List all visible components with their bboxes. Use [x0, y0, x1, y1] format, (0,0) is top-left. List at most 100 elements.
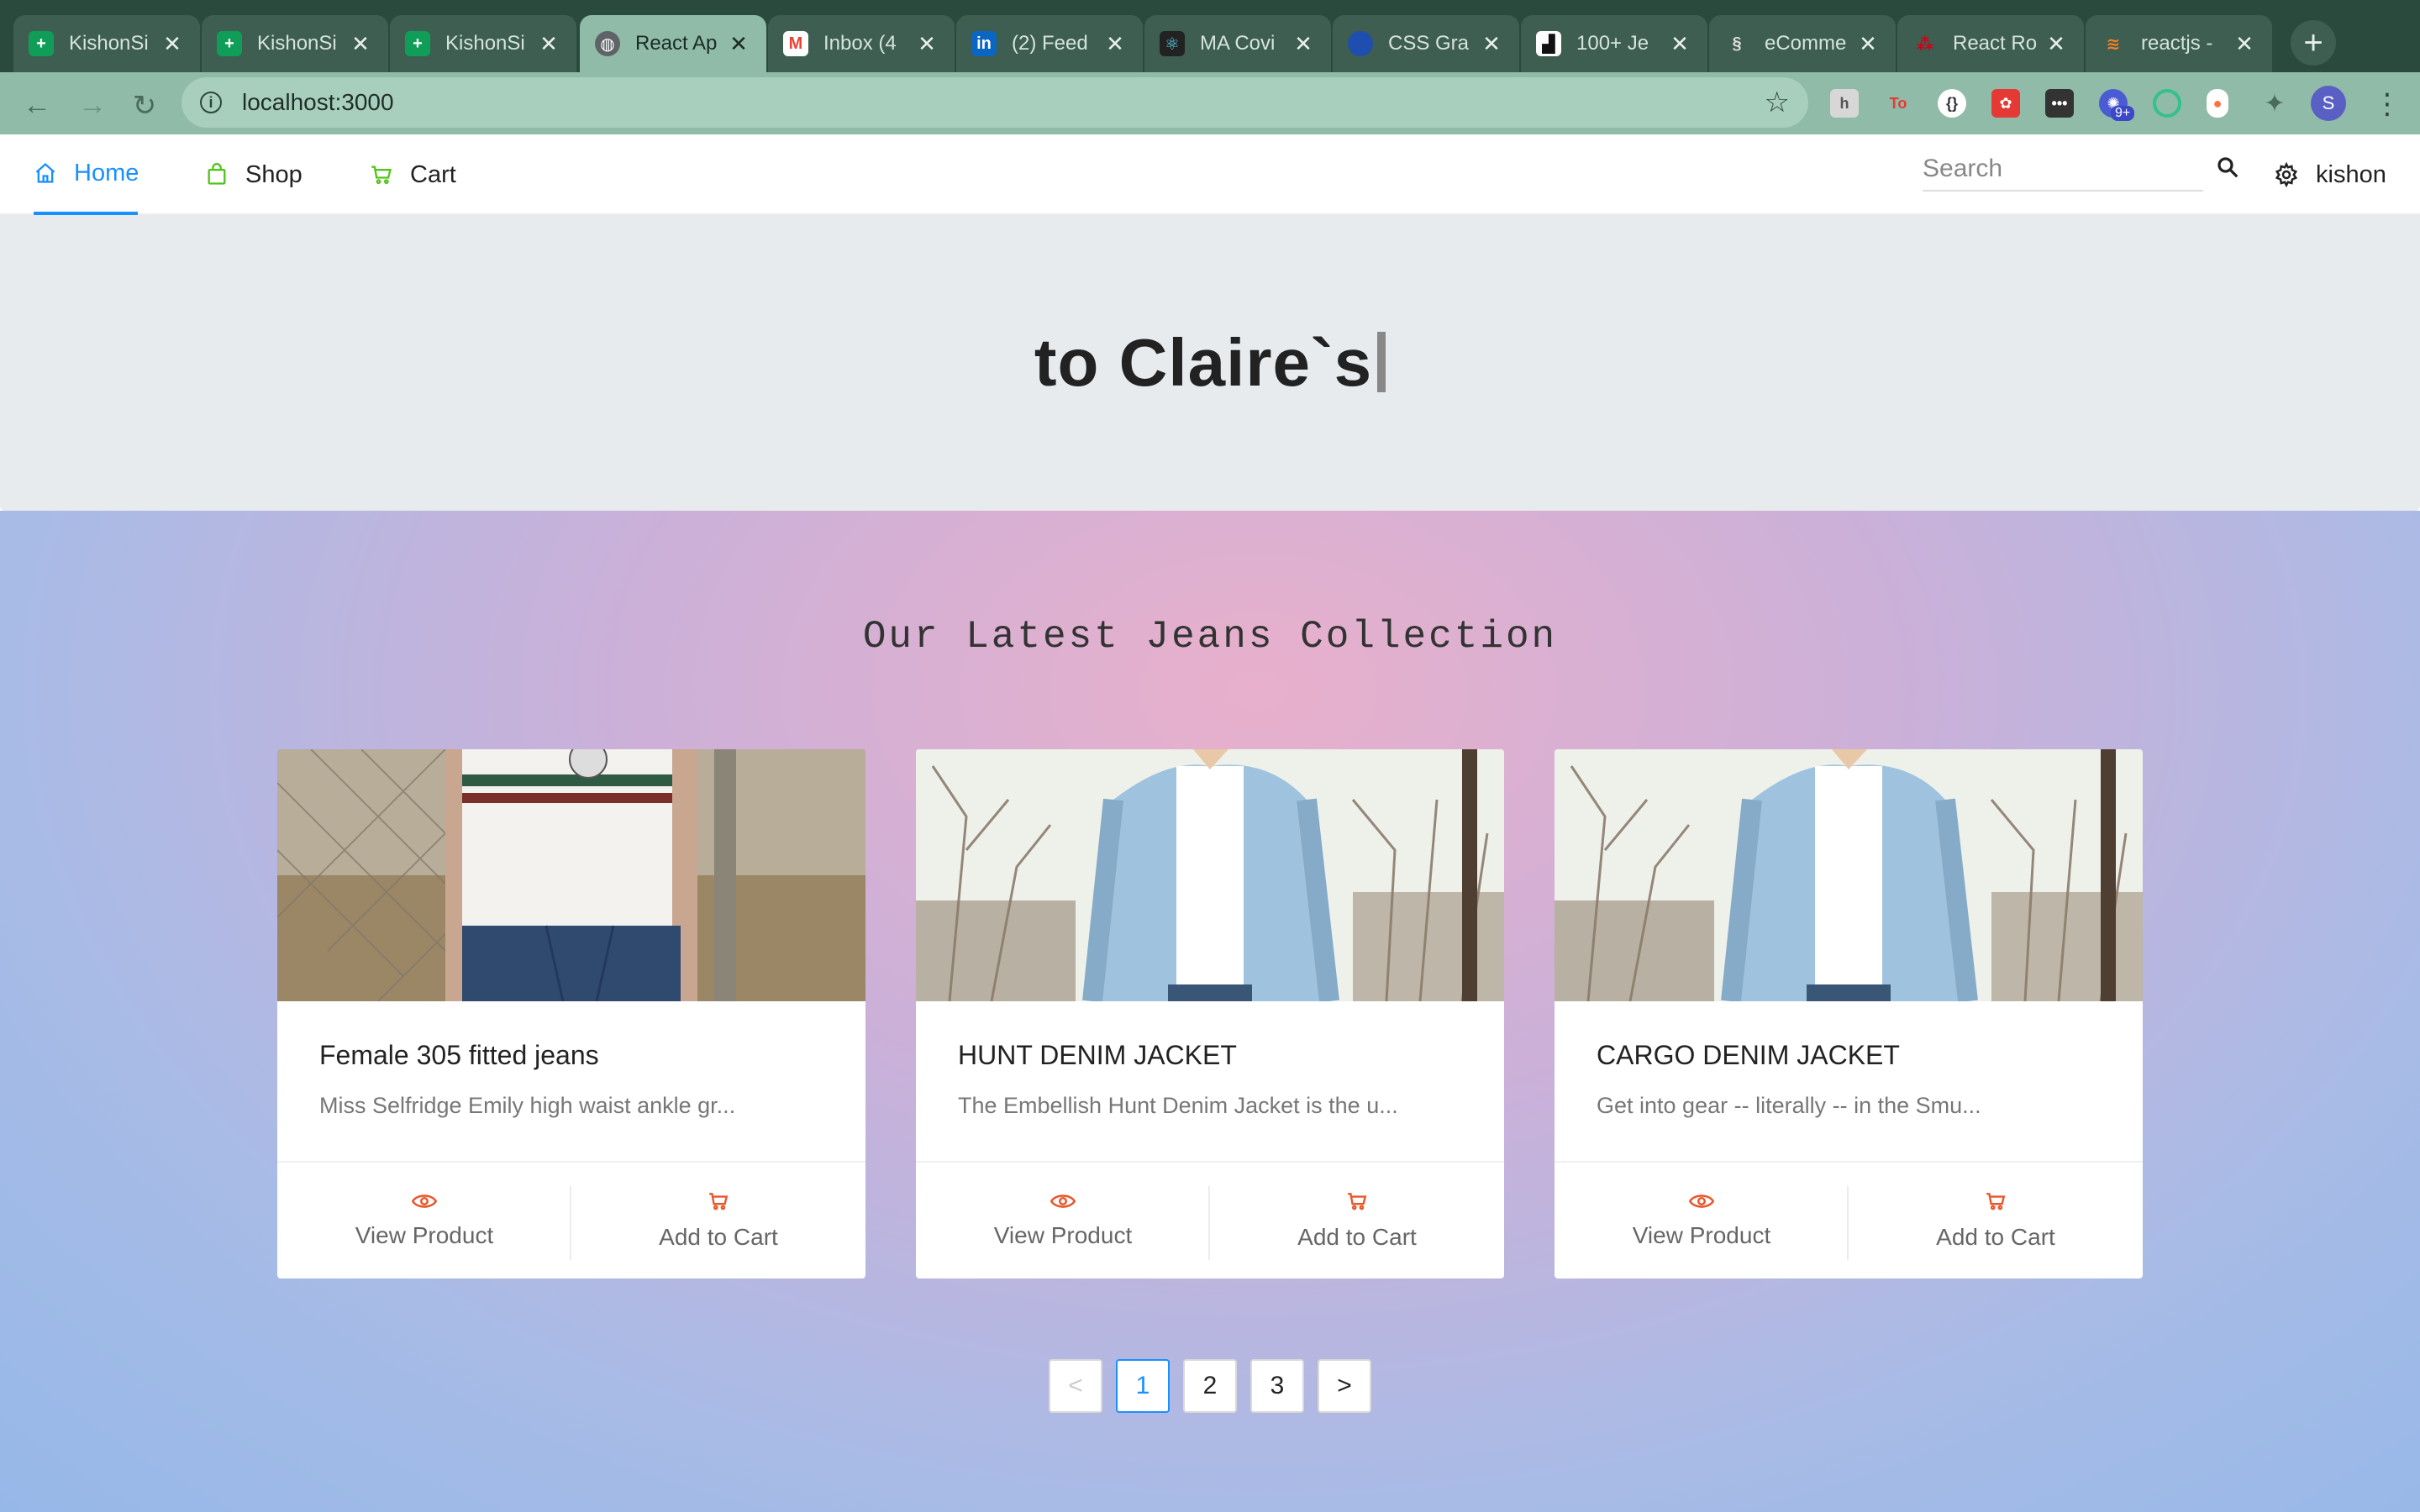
view-product-button[interactable]: View Product — [1555, 1163, 1849, 1278]
tab-title: React Ap — [635, 32, 718, 55]
squarespace-icon: § — [1732, 34, 1742, 53]
nav-shop-label: Shop — [245, 160, 302, 188]
typing-caret — [1377, 332, 1386, 392]
user-menu[interactable]: kishon — [2274, 134, 2386, 215]
react-icon: ⚛ — [1160, 31, 1185, 56]
new-tab-button[interactable]: + — [2291, 20, 2336, 66]
close-icon[interactable]: ✕ — [1291, 31, 1316, 57]
add-to-cart-button[interactable]: Add to Cart — [571, 1163, 865, 1278]
more-menu-icon[interactable]: ⋮ — [2373, 87, 2402, 121]
search-icon[interactable] — [2215, 155, 2240, 184]
extension-icon[interactable]: {} — [1938, 89, 1966, 118]
browser-tab[interactable]: ⁂ React Ro ✕ — [1897, 15, 2084, 72]
tab-title: KishonSi — [257, 32, 337, 55]
product-description: Miss Selfridge Emily high waist ankle gr… — [319, 1093, 736, 1118]
browser-tab[interactable]: + KishonSi ✕ — [202, 15, 388, 72]
extension-icon[interactable] — [2153, 89, 2181, 118]
forward-icon[interactable]: → — [76, 89, 109, 122]
browser-tab[interactable]: ≋ reactjs - ✕ — [2086, 15, 2272, 72]
extension-icon[interactable]: ••• — [2045, 89, 2074, 118]
product-card: Female 305 fitted jeans Miss Selfridge E… — [277, 749, 865, 1278]
extension-icon[interactable]: ✿ — [1991, 89, 2020, 118]
view-product-label: View Product — [1632, 1222, 1771, 1248]
pagination: < 1 2 3 > — [1049, 1359, 1385, 1413]
nav-home[interactable]: Home — [34, 134, 139, 215]
browser-tab[interactable]: CSS Gra ✕ — [1333, 15, 1519, 72]
product-image[interactable] — [277, 749, 865, 1001]
extension-icon[interactable]: ● — [2207, 89, 2228, 118]
close-icon[interactable]: ✕ — [348, 31, 373, 57]
prev-page-button[interactable]: < — [1049, 1359, 1102, 1413]
extension-badge: 9+ — [2111, 106, 2135, 121]
eye-icon — [1689, 1192, 1714, 1210]
add-to-cart-button[interactable]: Add to Cart — [1849, 1163, 2143, 1278]
url-text[interactable]: localhost:3000 — [242, 89, 1765, 116]
puzzle-icon[interactable]: ✦ — [2260, 89, 2289, 118]
browser-tab[interactable]: in (2) Feed ✕ — [956, 15, 1143, 72]
extension-icon[interactable]: To — [1884, 89, 1912, 118]
product-image[interactable] — [916, 749, 1504, 1001]
browser-tab[interactable]: M Inbox (4 ✕ — [768, 15, 955, 72]
extension-icon[interactable]: h — [1830, 89, 1859, 118]
product-description: The Embellish Hunt Denim Jacket is the u… — [958, 1093, 1398, 1118]
close-icon[interactable]: ✕ — [1667, 31, 1692, 57]
globe-icon: ◍ — [595, 31, 620, 56]
reload-icon[interactable]: ↻ — [128, 89, 161, 123]
product-title[interactable]: CARGO DENIM JACKET — [1597, 1040, 2101, 1071]
gmail-icon: M — [783, 31, 808, 56]
react-router-icon: ⁂ — [1916, 34, 1934, 54]
stackoverflow-icon: ≋ — [2106, 34, 2121, 54]
tab-title: reactjs - — [2141, 32, 2213, 55]
browser-tab[interactable]: § eComme ✕ — [1709, 15, 1896, 72]
product-image[interactable] — [1555, 749, 2143, 1001]
product-card: CARGO DENIM JACKET Get into gear -- lite… — [1555, 749, 2143, 1278]
address-bar[interactable]: i localhost:3000 ☆ — [182, 77, 1808, 128]
close-icon[interactable]: ✕ — [914, 31, 939, 57]
profile-avatar[interactable]: S — [2311, 86, 2346, 121]
close-icon[interactable]: ✕ — [726, 31, 751, 57]
back-icon[interactable]: ← — [20, 89, 54, 122]
browser-tab[interactable]: + KishonSi ✕ — [13, 15, 200, 72]
linkedin-icon: in — [971, 31, 997, 56]
browser-tabstrip: + KishonSi ✕ + KishonSi ✕ + KishonSi ✕ ◍… — [0, 0, 2420, 72]
tab-title: (2) Feed — [1012, 32, 1088, 55]
close-icon[interactable]: ✕ — [1102, 31, 1128, 57]
page-button[interactable]: 3 — [1250, 1359, 1304, 1413]
collection-section: Our Latest Jeans Collection Female 305 f… — [0, 511, 2420, 1512]
cart-icon — [707, 1190, 730, 1212]
close-icon[interactable]: ✕ — [1479, 31, 1504, 57]
bookmark-star-icon[interactable]: ☆ — [1765, 86, 1790, 119]
nav-shop[interactable]: Shop — [205, 134, 302, 215]
page-button[interactable]: 2 — [1183, 1359, 1237, 1413]
site-info-icon[interactable]: i — [200, 92, 222, 113]
close-icon[interactable]: ✕ — [160, 31, 185, 57]
tab-title: React Ro — [1953, 32, 2038, 55]
close-icon[interactable]: ✕ — [536, 31, 561, 57]
eye-icon — [412, 1192, 437, 1210]
browser-tab-active[interactable]: ◍ React Ap ✕ — [580, 15, 766, 72]
search-input[interactable] — [1923, 148, 2203, 192]
view-product-label: View Product — [355, 1222, 494, 1248]
browser-tab[interactable]: ▟ 100+ Je ✕ — [1521, 15, 1707, 72]
tab-title: eComme — [1765, 32, 1847, 55]
close-icon[interactable]: ✕ — [1855, 31, 1881, 57]
close-icon[interactable]: ✕ — [2232, 31, 2257, 57]
product-title[interactable]: HUNT DENIM JACKET — [958, 1040, 1462, 1071]
app-navbar: Home Shop Cart kishon — [0, 134, 2420, 215]
browser-tab[interactable]: ⚛ MA Covi ✕ — [1144, 15, 1331, 72]
add-to-cart-button[interactable]: Add to Cart — [1210, 1163, 1504, 1278]
product-description: Get into gear -- literally -- in the Smu… — [1597, 1093, 1981, 1118]
google-sheets-icon: + — [29, 31, 54, 56]
view-product-button[interactable]: View Product — [916, 1163, 1210, 1278]
cart-icon — [370, 163, 393, 186]
product-title[interactable]: Female 305 fitted jeans — [319, 1040, 823, 1071]
cart-icon — [1345, 1190, 1369, 1212]
next-page-button[interactable]: > — [1318, 1359, 1371, 1413]
home-icon — [34, 161, 57, 185]
close-icon[interactable]: ✕ — [2044, 31, 2069, 57]
nav-cart[interactable]: Cart — [370, 134, 456, 215]
section-title: Our Latest Jeans Collection — [862, 615, 1558, 659]
page-button[interactable]: 1 — [1116, 1359, 1170, 1413]
view-product-button[interactable]: View Product — [277, 1163, 571, 1278]
browser-tab[interactable]: + KishonSi ✕ — [390, 15, 576, 72]
